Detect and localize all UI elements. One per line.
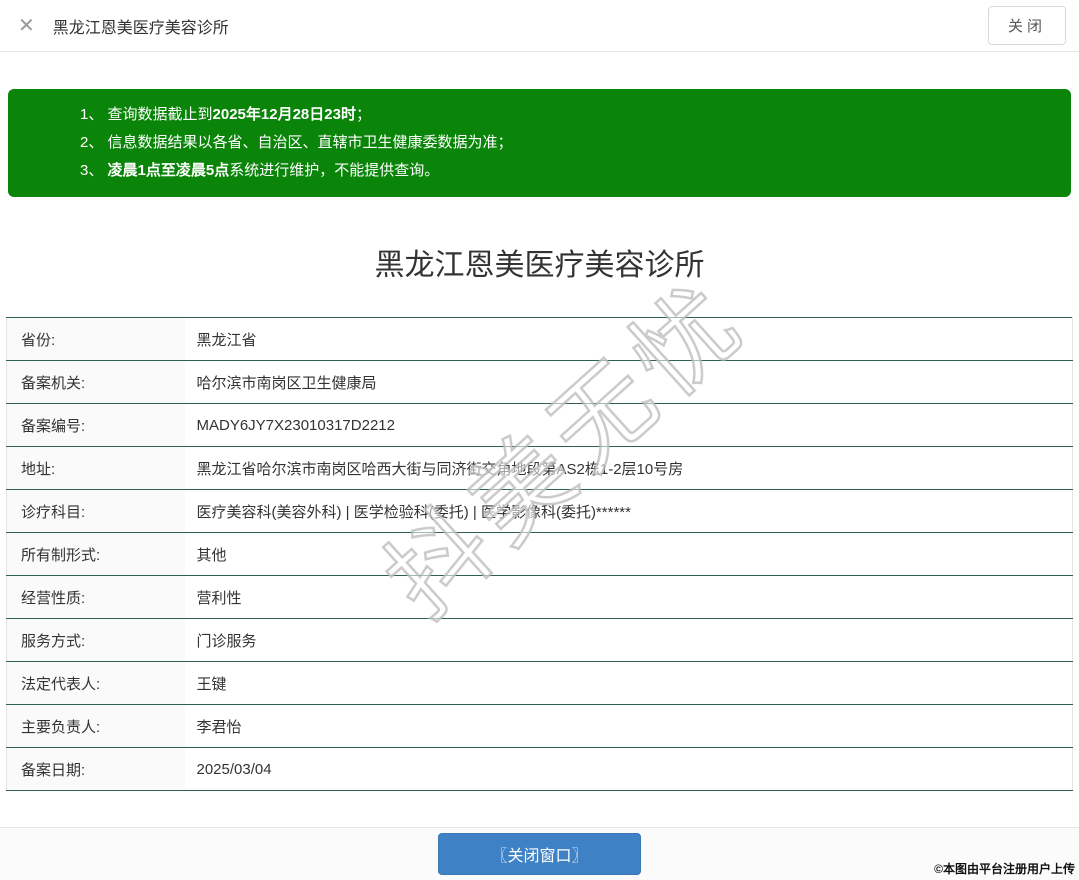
table-row: 地址: 黑龙江省哈尔滨市南岗区哈西大街与同济街交角地段第AS2栋1-2层10号房	[6, 446, 1073, 490]
row-value: 2025/03/04	[184, 747, 1073, 791]
row-value: 黑龙江省哈尔滨市南岗区哈西大街与同济街交角地段第AS2栋1-2层10号房	[184, 446, 1073, 490]
notice-line: 2、 信息数据结果以各省、自治区、直辖市卫生健康委数据为准；	[80, 129, 1051, 157]
table-row: 诊疗科目: 医疗美容科(美容外科) | 医学检验科(委托) | 医学影像科(委托)…	[6, 489, 1073, 533]
close-window-button[interactable]: 〖关闭窗口〗	[438, 833, 641, 875]
row-label: 诊疗科目:	[6, 489, 185, 533]
notice-text: 查询数据截止到	[107, 106, 213, 123]
notice-line: 3、 凌晨1点至凌晨5点系统进行维护，不能提供查询。	[80, 157, 1051, 185]
table-row: 所有制形式: 其他	[6, 532, 1073, 576]
row-label: 法定代表人:	[6, 661, 185, 705]
row-value: MADY6JY7X23010317D2212	[184, 403, 1073, 447]
close-button[interactable]: 关闭	[987, 6, 1066, 45]
table-row: 省份: 黑龙江省	[6, 317, 1073, 361]
table-row: 备案机关: 哈尔滨市南岗区卫生健康局	[6, 360, 1073, 404]
notice-text: ；	[355, 106, 371, 123]
table-row: 服务方式: 门诊服务	[6, 618, 1073, 662]
row-value: 营利性	[184, 575, 1073, 619]
notice-line-number: 2、	[80, 134, 108, 151]
row-value: 其他	[184, 532, 1073, 576]
row-value: 医疗美容科(美容外科) | 医学检验科(委托) | 医学影像科(委托)*****…	[184, 489, 1073, 533]
row-label: 备案编号:	[6, 403, 185, 447]
notice-line: 1、 查询数据截止到2025年12月28日23时；	[80, 101, 1051, 129]
notice-text: 系统进行维护，不能提供查询。	[229, 162, 440, 179]
row-label: 地址:	[6, 446, 185, 490]
row-value: 李君怡	[184, 704, 1073, 748]
table-row: 经营性质: 营利性	[6, 575, 1073, 619]
window-titlebar: ✕ 黑龙江恩美医疗美容诊所 关闭	[0, 0, 1079, 52]
table-row: 备案编号: MADY6JY7X23010317D2212	[6, 403, 1073, 447]
page-title: 黑龙江恩美医疗美容诊所	[374, 249, 705, 282]
record-table: 省份: 黑龙江省 备案机关: 哈尔滨市南岗区卫生健康局 备案编号: MADY6JY7X…	[6, 317, 1073, 791]
row-label: 所有制形式:	[6, 532, 185, 576]
table-row: 法定代表人: 王键	[6, 661, 1073, 705]
row-label: 省份:	[6, 317, 185, 361]
close-x-icon[interactable]: ✕	[18, 16, 35, 36]
row-label: 备案日期:	[6, 747, 185, 791]
table-row: 备案日期: 2025/03/04	[6, 747, 1073, 791]
row-label: 备案机关:	[6, 360, 185, 404]
copyright-note: ©本图由平台注册用户上传	[934, 862, 1075, 876]
notice-bold-text: 2025年12月28日23时	[212, 106, 356, 123]
row-label: 经营性质:	[6, 575, 185, 619]
notice-bold-text: 凌晨1点至凌晨5点	[107, 162, 230, 179]
row-value: 哈尔滨市南岗区卫生健康局	[184, 360, 1073, 404]
window-title: 黑龙江恩美医疗美容诊所	[52, 19, 229, 37]
notice-line-number: 1、	[80, 106, 108, 123]
notice-line-number: 3、	[80, 162, 108, 179]
footer-bar: 〖关闭窗口〗	[0, 827, 1079, 880]
row-label: 主要负责人:	[6, 704, 185, 748]
row-value: 王键	[184, 661, 1073, 705]
row-value: 黑龙江省	[184, 317, 1073, 361]
notice-text: 信息数据结果以各省、自治区、直辖市卫生健康委数据为准；	[107, 134, 513, 151]
row-label: 服务方式:	[6, 618, 185, 662]
row-value: 门诊服务	[184, 618, 1073, 662]
notice-banner: 1、 查询数据截止到2025年12月28日23时； 2、 信息数据结果以各省、自…	[8, 89, 1071, 197]
table-row: 主要负责人: 李君怡	[6, 704, 1073, 748]
